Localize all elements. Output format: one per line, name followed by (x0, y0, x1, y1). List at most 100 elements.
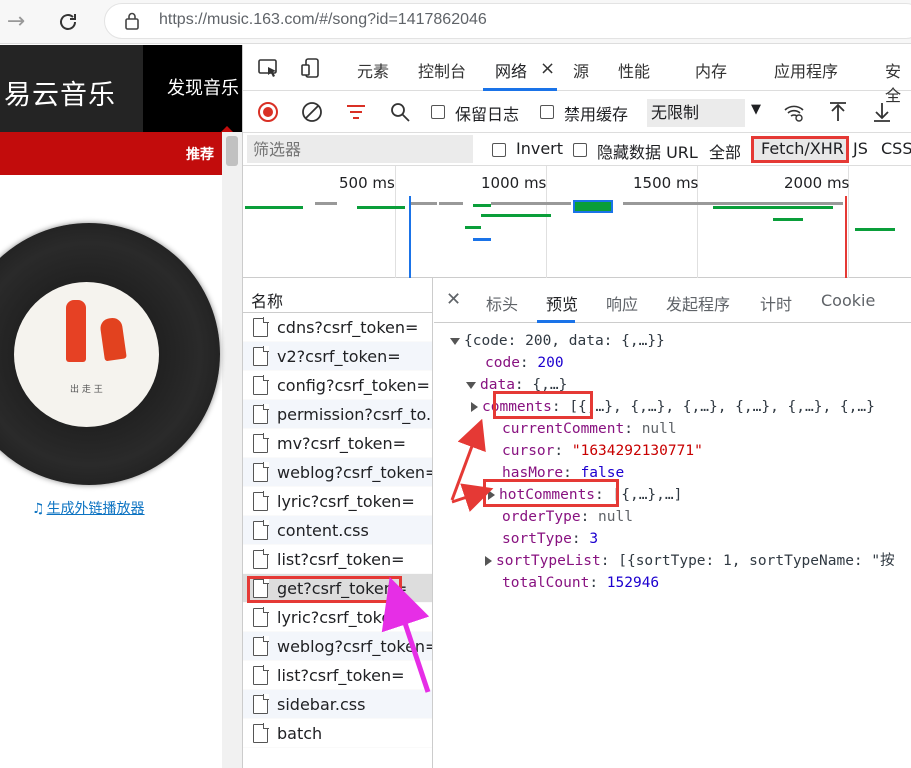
page-scrollbar[interactable] (222, 132, 242, 768)
hide-data-url-checkbox[interactable] (573, 143, 587, 157)
nav-discover-music[interactable]: 发现音乐 (143, 45, 242, 132)
record-icon[interactable] (257, 101, 279, 123)
timeline-bar-selected (573, 200, 613, 213)
timeline-bar (713, 206, 833, 209)
tab-console[interactable]: 控制台 (418, 58, 466, 82)
tab-memory[interactable]: 内存 (695, 58, 727, 82)
request-row[interactable]: permission?csrf_to... (243, 400, 432, 429)
filter-input[interactable] (247, 135, 473, 163)
close-icon[interactable]: × (540, 58, 555, 79)
request-row[interactable]: weblog?csrf_token= (243, 458, 432, 487)
tab-network[interactable]: 网络 (495, 58, 527, 82)
tab-performance[interactable]: 性能 (618, 58, 650, 82)
timeline-bar (439, 202, 463, 205)
timeline-bar (465, 226, 481, 229)
network-conditions-icon[interactable] (783, 101, 805, 123)
request-name: v2?csrf_token= (277, 347, 401, 366)
active-detail-tab-indicator (537, 320, 575, 323)
request-row[interactable]: list?csrf_token= (243, 545, 432, 574)
tab-sources[interactable]: 源 (573, 58, 589, 82)
request-row[interactable]: content.css (243, 516, 432, 545)
request-row[interactable]: weblog?csrf_token= (243, 632, 432, 661)
clear-icon[interactable] (301, 101, 323, 123)
sub-nav-recommend[interactable]: 推荐 (186, 144, 214, 164)
tab-headers[interactable]: 标头 (486, 291, 518, 315)
filter-all[interactable]: 全部 (709, 139, 741, 163)
request-row[interactable]: sidebar.css (243, 690, 432, 719)
filter-bar: Invert 隐藏数据 URL 全部 Fetch/XHR JS CSS (243, 133, 911, 166)
url-text[interactable]: https://music.163.com/#/song?id=14178620… (159, 11, 487, 29)
expand-arrow-icon[interactable] (466, 381, 476, 389)
request-name: content.css (277, 521, 369, 540)
timeline-bar (481, 214, 551, 217)
timeline-bar (773, 218, 803, 221)
tab-initiator[interactable]: 发起程序 (666, 291, 730, 315)
request-row[interactable]: config?csrf_token= (243, 371, 432, 400)
embed-player-label[interactable]: 生成外链播放器 (47, 501, 145, 517)
json-line-total-count: totalCount: 152946 (502, 575, 660, 591)
chevron-down-icon[interactable]: ▼ (751, 102, 761, 117)
request-name: weblog?csrf_token= (277, 463, 432, 482)
tab-elements[interactable]: 元素 (357, 58, 389, 82)
device-toolbar-icon[interactable] (301, 57, 323, 79)
filter-icon[interactable] (345, 101, 367, 123)
comments-highlight (493, 391, 593, 419)
timeline-tick: 1500 ms (633, 174, 699, 192)
hot-comments-highlight (483, 479, 619, 507)
filter-css[interactable]: CSS (881, 139, 911, 158)
site-logo[interactable]: 易云音乐 (4, 73, 116, 112)
request-name: lyric?csrf_token= (277, 608, 415, 627)
network-timeline[interactable]: 500 ms 1000 ms 1500 ms 2000 ms (243, 166, 911, 278)
request-name: batch (277, 724, 323, 743)
embed-player-link[interactable]: ♫ 生成外链播放器 (32, 498, 145, 518)
file-icon (253, 607, 269, 627)
filter-js[interactable]: JS (853, 139, 868, 158)
timeline-bar (491, 202, 571, 205)
preserve-log-checkbox[interactable] (431, 105, 445, 119)
request-row[interactable]: cdns?csrf_token= (243, 313, 432, 342)
invert-checkbox[interactable] (492, 143, 506, 157)
request-row[interactable]: batch (243, 719, 432, 748)
address-bar[interactable]: https://music.163.com/#/song?id=14178620… (104, 3, 911, 39)
tab-response[interactable]: 响应 (606, 291, 638, 315)
request-row[interactable]: lyric?csrf_token= (243, 603, 432, 632)
disable-cache-checkbox[interactable] (540, 105, 554, 119)
request-name: config?csrf_token= (277, 376, 430, 395)
timeline-tick: 500 ms (339, 174, 395, 192)
timeline-bar (357, 206, 405, 209)
tab-preview[interactable]: 预览 (546, 291, 578, 315)
cover-figure-right (99, 316, 127, 362)
request-row[interactable]: v2?csrf_token= (243, 342, 432, 371)
throttle-select[interactable]: 无限制 (647, 99, 745, 127)
file-icon (253, 520, 269, 540)
inspect-element-icon[interactable] (257, 57, 279, 79)
file-icon (253, 375, 269, 395)
tab-application[interactable]: 应用程序 (774, 58, 838, 82)
dom-content-loaded-marker (409, 196, 411, 278)
scrollbar-thumb[interactable] (226, 136, 238, 166)
search-icon[interactable] (389, 101, 411, 123)
expand-arrow-icon[interactable] (471, 402, 478, 412)
timeline-bar (473, 238, 491, 241)
expand-arrow-icon[interactable] (450, 337, 460, 345)
file-icon (253, 346, 269, 366)
request-name: permission?csrf_to... (277, 405, 432, 424)
tab-timing[interactable]: 计时 (760, 291, 792, 315)
request-row[interactable]: mv?csrf_token= (243, 429, 432, 458)
request-row[interactable]: lyric?csrf_token= (243, 487, 432, 516)
tab-cookie[interactable]: Cookie (821, 291, 875, 310)
request-name: cdns?csrf_token= (277, 318, 419, 337)
request-row[interactable]: list?csrf_token= (243, 661, 432, 690)
invert-label: Invert (516, 139, 564, 158)
reload-icon[interactable] (54, 8, 82, 36)
file-icon (253, 723, 269, 743)
upload-icon[interactable] (827, 101, 849, 123)
expand-arrow-icon[interactable] (485, 556, 492, 566)
json-root[interactable]: {code: 200, data: {,…}} (450, 330, 665, 352)
forward-arrow-icon[interactable]: → (2, 8, 30, 36)
download-icon[interactable] (871, 101, 893, 123)
close-icon[interactable]: ✕ (446, 289, 461, 310)
json-line-sort-type-list[interactable]: sortTypeList: [{sortType: 1, sortTypeNam… (485, 550, 895, 572)
filter-fetch-xhr[interactable]: Fetch/XHR (761, 139, 844, 158)
name-column-header[interactable]: 名称 (243, 278, 432, 313)
